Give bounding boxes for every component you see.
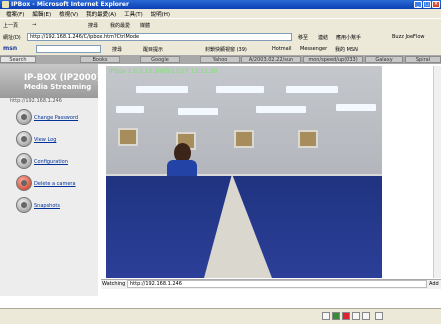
sidebar-item-label[interactable]: Configuration <box>34 159 68 165</box>
links-button[interactable]: 連結 <box>318 34 328 41</box>
aisle-floor <box>204 174 272 278</box>
tab-galaxy[interactable]: Galaxy <box>365 56 403 63</box>
helper-button[interactable]: 應用小幫手 <box>336 34 361 41</box>
ceiling-light <box>256 106 306 113</box>
extension-button[interactable]: Buzz JoeFlow <box>392 34 424 40</box>
my-msn-button[interactable]: 我的 MSN <box>335 46 358 53</box>
msn-search-input[interactable] <box>36 45 101 53</box>
lock-icon <box>332 312 340 320</box>
highlight-button[interactable]: 醒目提示 <box>143 46 163 53</box>
sidebar-item-change-password[interactable]: Change Password <box>16 109 96 125</box>
ceiling-light <box>116 106 144 113</box>
menu-bar: 檔案(F) 編輯(E) 檢視(V) 我的最愛(A) 工具(T) 說明(H) <box>0 9 441 18</box>
wall-picture <box>118 128 138 146</box>
popup-blocker-button[interactable]: 封鎖快顯視窗 (39) <box>205 46 247 53</box>
page-icon <box>375 312 383 320</box>
address-bar: 網址(D) http://192.168.1.246/C/ipbox.htm?C… <box>0 30 441 43</box>
menu-help[interactable]: 說明(H) <box>151 10 170 18</box>
menu-tools[interactable]: 工具(T) <box>124 10 143 18</box>
ceiling-light <box>178 108 218 115</box>
tab-search[interactable]: Search <box>0 56 36 63</box>
watching-bar: Watching http://192.168.1.246 Add <box>101 279 441 289</box>
tab-spiral[interactable]: Spiral <box>405 56 441 63</box>
msn-toolbar: msn 搜尋 醒目提示 封鎖快顯視窗 (39) Hotmail Messenge… <box>0 43 441 55</box>
tab-books[interactable]: Books <box>80 56 120 63</box>
brand-banner: IP-BOX (IP2000) Media Streaming <box>0 64 101 98</box>
zone-icon <box>342 312 350 320</box>
menu-favorites[interactable]: 我的最愛(A) <box>86 10 116 18</box>
key-icon <box>16 109 32 125</box>
sidebar-item-label[interactable]: Delete a camera <box>34 181 76 187</box>
person-body <box>167 160 197 176</box>
back-button[interactable]: 上一頁 <box>3 22 18 29</box>
menu-edit[interactable]: 編輯(E) <box>32 10 51 18</box>
msn-logo: msn <box>3 45 18 52</box>
sidebar: IP-BOX (IP2000) Media Streaming http://1… <box>0 64 101 296</box>
delete-icon <box>16 175 32 191</box>
settings-icon <box>16 153 32 169</box>
sidebar-item-configuration[interactable]: Configuration <box>16 153 96 169</box>
log-icon <box>16 131 32 147</box>
tab-speed[interactable]: mon/speed/up(033) <box>303 56 363 63</box>
search-button[interactable]: 搜尋 <box>88 22 98 29</box>
ceiling-light <box>216 86 264 93</box>
camera-feed[interactable]: IPBox 1.0.1.12 2005/11/27 13:51:20 <box>106 66 382 278</box>
sidebar-item-snapshots[interactable]: Snapshots <box>16 197 96 213</box>
maximize-button[interactable]: □ <box>423 1 431 8</box>
device-url: http://192.168.1.246 <box>10 98 62 104</box>
menu-file[interactable]: 檔案(F) <box>6 10 24 18</box>
right-scrollbar[interactable] <box>433 66 441 278</box>
brand-title: IP-BOX (IP2000) <box>24 73 101 83</box>
sidebar-item-label[interactable]: Change Password <box>34 115 78 121</box>
media-button[interactable]: 媒體 <box>140 22 150 29</box>
partition-edge <box>106 174 382 176</box>
camera-icon <box>16 197 32 213</box>
title-bar: IPBox - Microsoft Internet Explorer _ □ … <box>0 0 441 9</box>
media-icon <box>362 312 370 320</box>
msn-search-button[interactable]: 搜尋 <box>112 46 122 53</box>
brand-subtitle: Media Streaming <box>24 83 92 91</box>
globe-icon <box>322 312 330 320</box>
video-timestamp: IPBox 1.0.1.12 2005/11/27 13:51:20 <box>109 68 218 75</box>
minimize-button[interactable]: _ <box>414 1 422 8</box>
watching-label: Watching <box>102 281 126 287</box>
tab-google[interactable]: Google <box>140 56 180 63</box>
hotmail-button[interactable]: Hotmail <box>272 46 292 52</box>
ie-icon <box>2 1 9 8</box>
menu-view[interactable]: 檢視(V) <box>59 10 78 18</box>
tab-date[interactable]: A/2003.02.22/sun <box>241 56 301 63</box>
shield-icon <box>352 312 360 320</box>
ceiling-light <box>286 86 338 93</box>
sidebar-item-view-log[interactable]: View Log <box>16 131 96 147</box>
wall-picture <box>234 130 254 148</box>
messenger-button[interactable]: Messenger <box>300 46 327 52</box>
window-title: IPBox - Microsoft Internet Explorer <box>11 1 129 8</box>
address-input[interactable]: http://192.168.1.246/C/ipbox.htm?CtrlMod… <box>27 33 292 41</box>
ceiling-light <box>336 104 376 111</box>
status-bar <box>0 308 441 324</box>
favorites-button[interactable]: 我的最愛 <box>110 22 130 29</box>
links-toolbar: Search Books Google Yahoo A/2003.02.22/s… <box>0 55 441 64</box>
go-button[interactable]: 移至 <box>298 34 308 41</box>
wall-picture <box>298 130 318 148</box>
add-button[interactable]: Add <box>429 281 439 287</box>
tab-yahoo[interactable]: Yahoo <box>200 56 240 63</box>
sidebar-item-label[interactable]: Snapshots <box>34 203 60 209</box>
address-label: 網址(D) <box>3 35 21 41</box>
ceiling-light <box>136 86 188 93</box>
forward-button[interactable]: → <box>32 22 36 28</box>
office-ceiling-wall <box>106 66 382 174</box>
sidebar-item-label[interactable]: View Log <box>34 137 56 143</box>
close-button[interactable]: × <box>432 1 440 8</box>
sidebar-item-delete-camera[interactable]: Delete a camera <box>16 175 96 191</box>
watching-input[interactable]: http://192.168.1.246 <box>127 280 427 288</box>
